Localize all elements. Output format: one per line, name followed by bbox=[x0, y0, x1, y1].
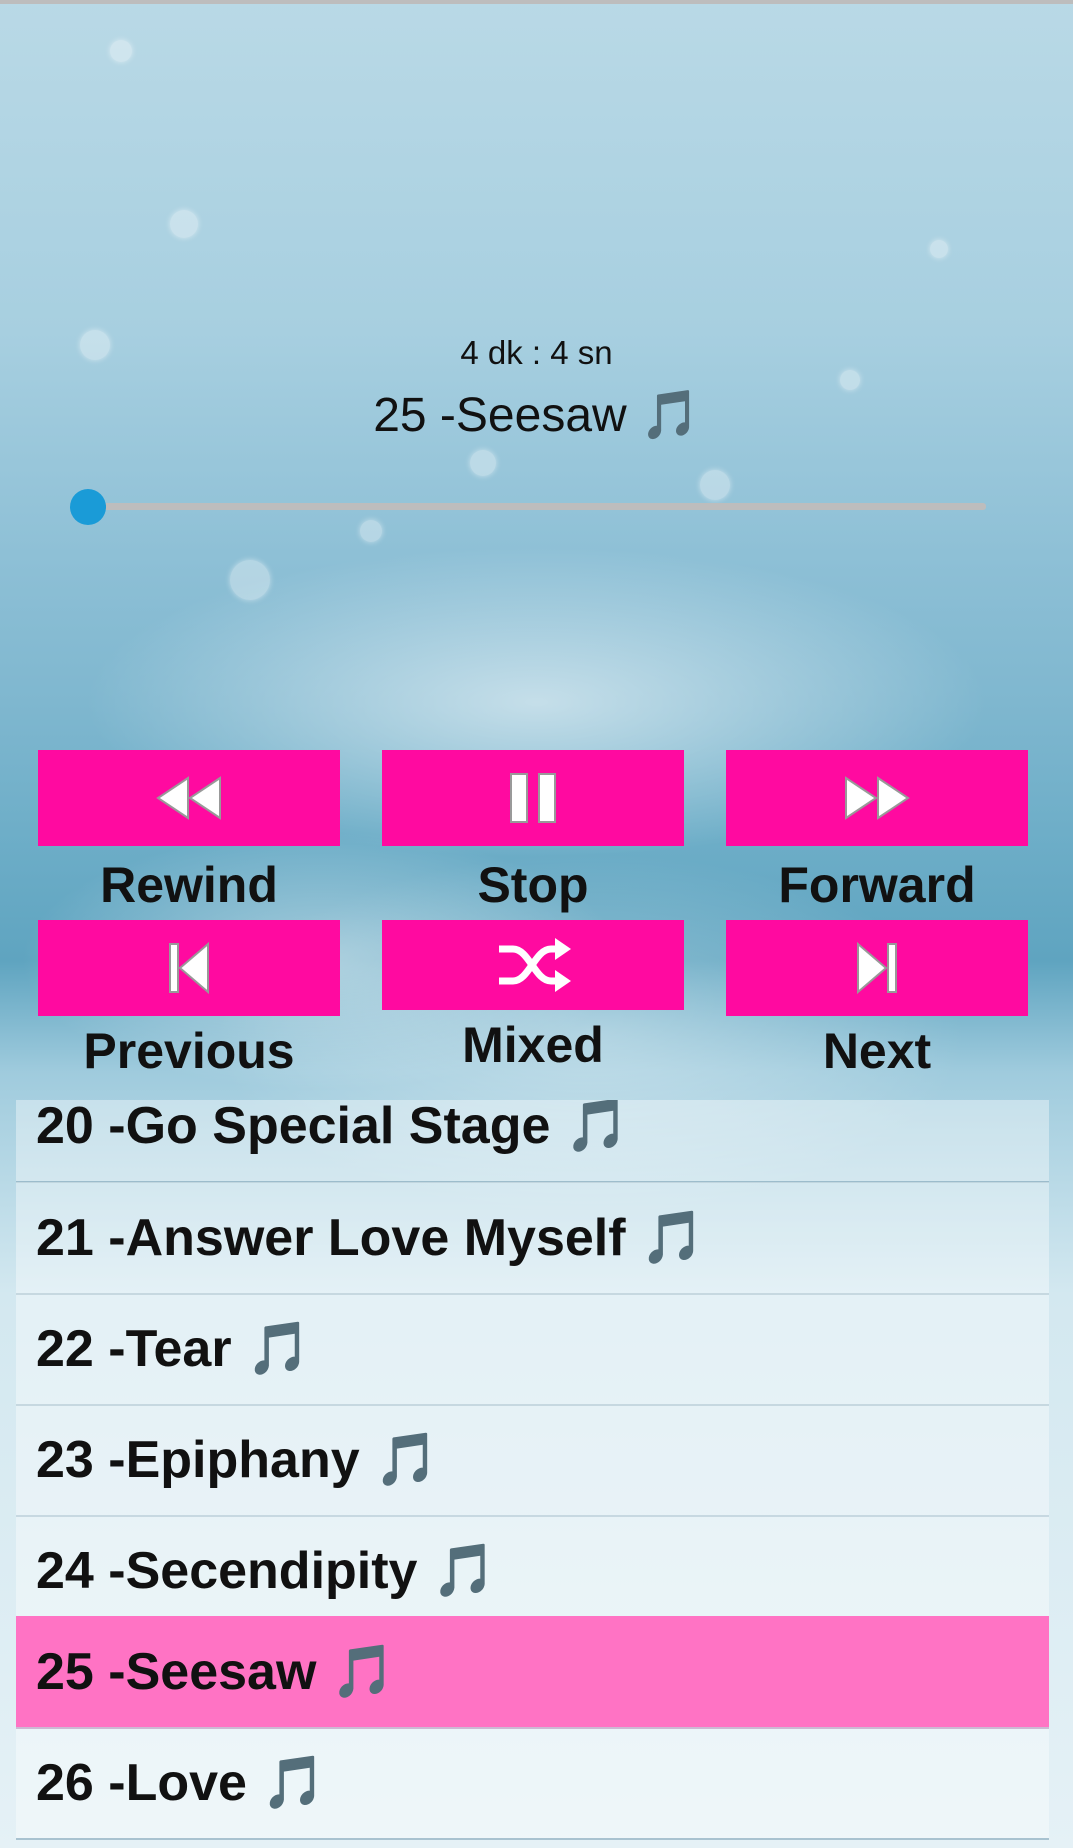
forward-button[interactable] bbox=[726, 750, 1028, 846]
list-item[interactable]: 21 -Answer Love Myself 🎵 bbox=[16, 1182, 1049, 1295]
water-drop bbox=[110, 40, 132, 62]
track-title: 23 -Epiphany 🎵 bbox=[36, 1431, 439, 1489]
list-item[interactable]: 26 -Love 🎵 bbox=[16, 1727, 1049, 1840]
next-label: Next bbox=[822, 1023, 932, 1079]
track-title: 24 -Secendipity 🎵 bbox=[36, 1542, 497, 1600]
skip-previous-icon bbox=[169, 941, 209, 995]
seek-thumb[interactable] bbox=[70, 489, 106, 525]
water-drop bbox=[170, 210, 198, 238]
track-title: 26 -Love 🎵 bbox=[36, 1754, 327, 1812]
stop-button[interactable] bbox=[382, 750, 684, 846]
water-drop bbox=[360, 520, 382, 542]
list-item[interactable]: 22 -Tear 🎵 bbox=[16, 1293, 1049, 1406]
track-title: 25 -Seesaw 🎵 bbox=[36, 1643, 396, 1701]
next-button[interactable] bbox=[726, 920, 1028, 1016]
mixed-button[interactable] bbox=[382, 920, 684, 1010]
playlist[interactable]: 20 -Go Special Stage 🎵 21 -Answer Love M… bbox=[16, 1100, 1049, 1848]
list-item[interactable]: 20 -Go Special Stage 🎵 bbox=[16, 1100, 1049, 1183]
skip-next-icon bbox=[857, 941, 897, 995]
seek-bar[interactable] bbox=[88, 503, 986, 510]
track-title: 21 -Answer Love Myself 🎵 bbox=[36, 1209, 705, 1267]
rewind-icon bbox=[156, 776, 221, 820]
water-drop bbox=[230, 560, 270, 600]
track-title: 20 -Go Special Stage 🎵 bbox=[36, 1100, 630, 1155]
fast-forward-icon bbox=[845, 776, 910, 820]
track-title: 22 -Tear 🎵 bbox=[36, 1320, 311, 1378]
previous-label: Previous bbox=[83, 1023, 295, 1079]
now-playing-title: 25 -Seesaw 🎵 bbox=[373, 389, 700, 442]
forward-label: Forward bbox=[778, 857, 976, 913]
previous-button[interactable] bbox=[38, 920, 340, 1016]
list-item[interactable]: 23 -Epiphany 🎵 bbox=[16, 1404, 1049, 1517]
shuffle-icon bbox=[499, 938, 571, 992]
pause-icon bbox=[510, 773, 556, 823]
water-drop bbox=[930, 240, 948, 258]
status-divider bbox=[0, 0, 1073, 4]
list-item[interactable]: 24 -Secendipity 🎵 bbox=[16, 1515, 1049, 1628]
water-drop bbox=[470, 450, 496, 476]
rewind-label: Rewind bbox=[100, 857, 278, 913]
water-drop bbox=[700, 470, 730, 500]
elapsed-time: 4 dk : 4 sn bbox=[460, 334, 613, 371]
rewind-button[interactable] bbox=[38, 750, 340, 846]
stop-label: Stop bbox=[477, 857, 589, 913]
mixed-label: Mixed bbox=[462, 1017, 604, 1073]
list-item-active[interactable]: 25 -Seesaw 🎵 bbox=[16, 1616, 1049, 1729]
